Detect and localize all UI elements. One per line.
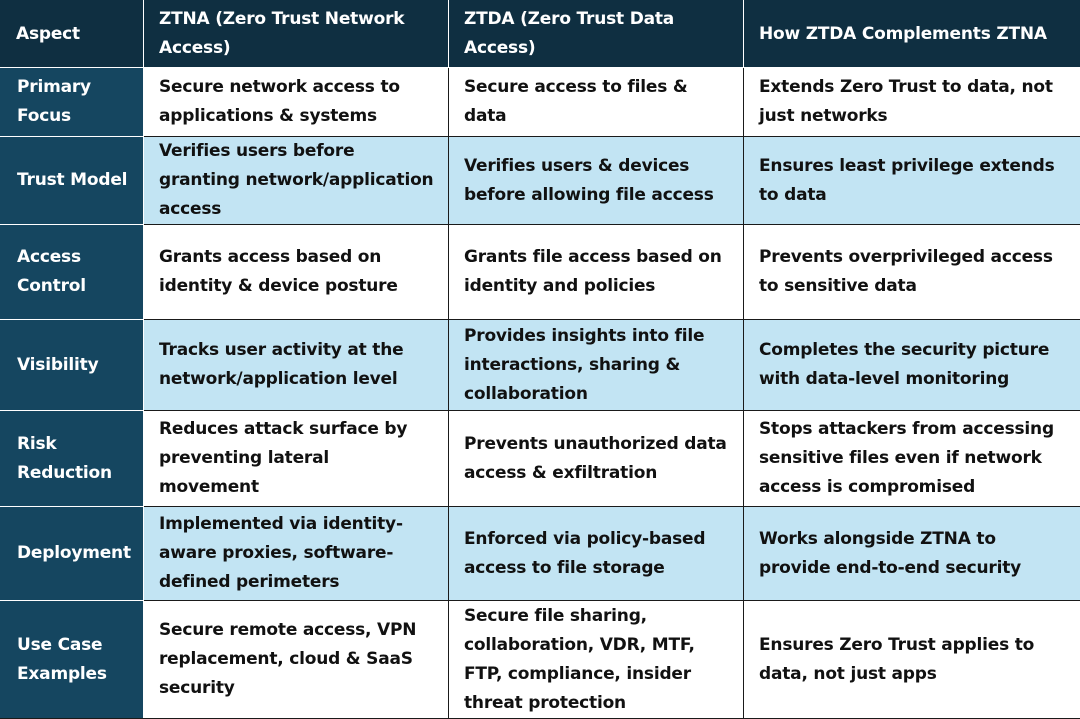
complement-cell: Ensures Zero Trust applies to data, not … xyxy=(744,601,1080,719)
table-row: Access Control Grants access based on id… xyxy=(1,225,1080,320)
ztda-cell: Secure file sharing, collaboration, VDR,… xyxy=(449,601,744,719)
complement-cell: Works alongside ZTNA to provide end-to-e… xyxy=(744,507,1080,601)
header-aspect: Aspect xyxy=(1,1,144,68)
aspect-label: Use Case Examples xyxy=(1,601,144,719)
complement-cell: Completes the security picture with data… xyxy=(744,320,1080,411)
complement-cell: Prevents overprivileged access to sensit… xyxy=(744,225,1080,320)
aspect-label: Risk Reduction xyxy=(1,411,144,507)
ztda-cell: Verifies users & devices before allowing… xyxy=(449,137,744,225)
header-ztna: ZTNA (Zero Trust Network Access) xyxy=(144,1,449,68)
ztda-cell: Secure access to files & data xyxy=(449,68,744,137)
table-row: Deployment Implemented via identity-awar… xyxy=(1,507,1080,601)
header-ztda: ZTDA (Zero Trust Data Access) xyxy=(449,1,744,68)
table-row: Use Case Examples Secure remote access, … xyxy=(1,601,1080,719)
header-row: Aspect ZTNA (Zero Trust Network Access) … xyxy=(1,1,1080,68)
ztna-cell: Verifies users before granting network/a… xyxy=(144,137,449,225)
table-row: Primary Focus Secure network access to a… xyxy=(1,68,1080,137)
ztna-cell: Reduces attack surface by preventing lat… xyxy=(144,411,449,507)
complement-cell: Extends Zero Trust to data, not just net… xyxy=(744,68,1080,137)
ztna-cell: Secure remote access, VPN replacement, c… xyxy=(144,601,449,719)
table-row: Risk Reduction Reduces attack surface by… xyxy=(1,411,1080,507)
ztda-cell: Prevents unauthorized data access & exfi… xyxy=(449,411,744,507)
aspect-label: Visibility xyxy=(1,320,144,411)
aspect-label: Primary Focus xyxy=(1,68,144,137)
aspect-label: Access Control xyxy=(1,225,144,320)
ztna-cell: Implemented via identity-aware proxies, … xyxy=(144,507,449,601)
ztna-cell: Secure network access to applications & … xyxy=(144,68,449,137)
ztda-cell: Grants file access based on identity and… xyxy=(449,225,744,320)
complement-cell: Ensures least privilege extends to data xyxy=(744,137,1080,225)
ztda-cell: Provides insights into file interactions… xyxy=(449,320,744,411)
aspect-label: Deployment xyxy=(1,507,144,601)
ztna-cell: Tracks user activity at the network/appl… xyxy=(144,320,449,411)
table-row: Visibility Tracks user activity at the n… xyxy=(1,320,1080,411)
complement-cell: Stops attackers from accessing sensitive… xyxy=(744,411,1080,507)
comparison-table: Aspect ZTNA (Zero Trust Network Access) … xyxy=(0,0,1080,719)
header-complement: How ZTDA Complements ZTNA xyxy=(744,1,1080,68)
ztda-cell: Enforced via policy-based access to file… xyxy=(449,507,744,601)
ztna-cell: Grants access based on identity & device… xyxy=(144,225,449,320)
table-row: Trust Model Verifies users before granti… xyxy=(1,137,1080,225)
aspect-label: Trust Model xyxy=(1,137,144,225)
